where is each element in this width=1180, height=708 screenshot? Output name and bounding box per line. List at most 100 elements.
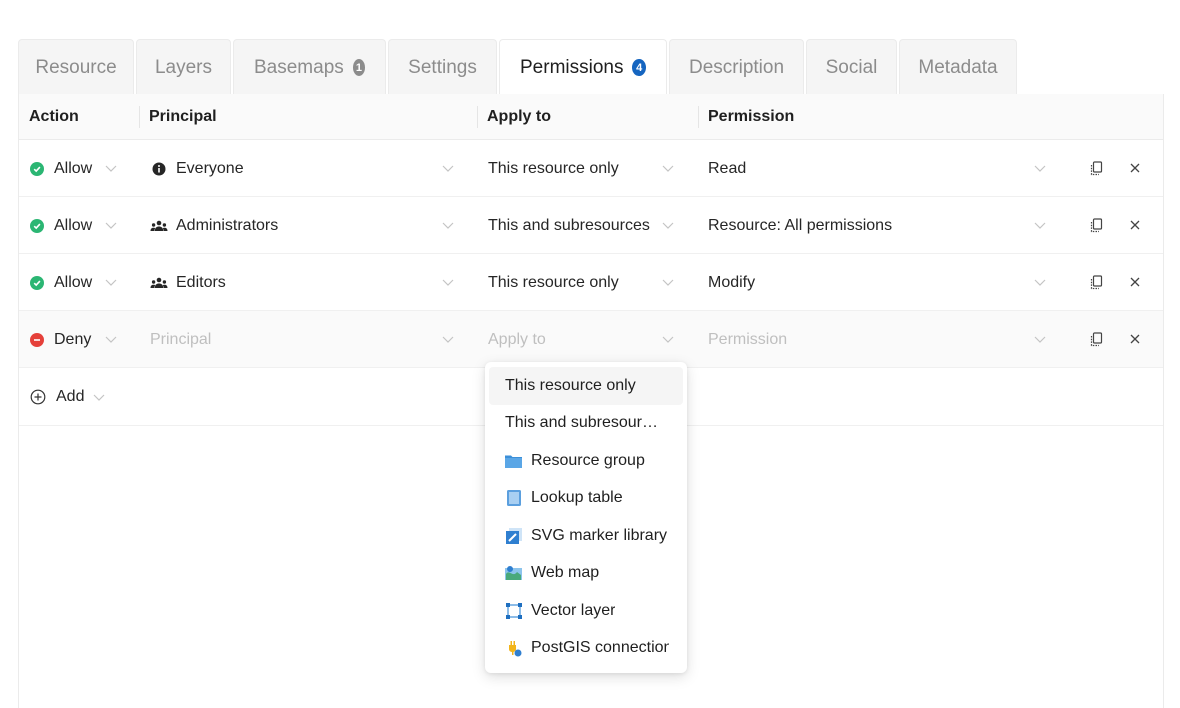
copy-icon bbox=[1090, 217, 1103, 232]
tab-label: Basemaps bbox=[254, 56, 344, 78]
apply-to-dropdown: This resource only This and subresources… bbox=[485, 362, 687, 673]
option-label: Resource group bbox=[531, 451, 645, 469]
apply-to-select[interactable]: This resource only bbox=[488, 254, 663, 311]
column-divider bbox=[698, 106, 699, 128]
action-select[interactable]: Allow bbox=[30, 197, 92, 254]
tab-social[interactable]: Social bbox=[806, 39, 897, 95]
chevron-down-icon[interactable] bbox=[661, 218, 675, 232]
chevron-down-icon[interactable] bbox=[92, 390, 106, 404]
option-vector-layer[interactable]: Vector layer bbox=[489, 592, 683, 630]
folder-icon bbox=[505, 452, 522, 469]
remove-button[interactable] bbox=[1126, 330, 1144, 348]
chevron-down-icon[interactable] bbox=[1033, 218, 1047, 232]
vector-layer-icon bbox=[505, 602, 522, 619]
action-label: Allow bbox=[54, 159, 93, 177]
principal-label: Editors bbox=[176, 273, 226, 291]
permissions-page: Resource Layers Basemaps 1 Settings Permi… bbox=[0, 0, 1180, 708]
tab-label: Layers bbox=[154, 56, 213, 78]
chevron-down-icon[interactable] bbox=[441, 218, 455, 232]
add-button[interactable]: Add bbox=[30, 368, 84, 426]
chevron-down-icon[interactable] bbox=[1033, 161, 1047, 175]
principal-select[interactable]: Everyone bbox=[150, 140, 460, 197]
remove-button[interactable] bbox=[1126, 273, 1144, 291]
tab-count-badge: 1 bbox=[352, 59, 365, 76]
chevron-down-icon[interactable] bbox=[104, 332, 118, 346]
chevron-down-icon[interactable] bbox=[661, 332, 675, 346]
duplicate-button[interactable] bbox=[1088, 273, 1106, 291]
column-header-permission: Permission bbox=[708, 108, 795, 125]
chevron-down-icon[interactable] bbox=[661, 161, 675, 175]
group-icon bbox=[150, 219, 168, 233]
permission-select[interactable]: Modify bbox=[708, 254, 1038, 311]
principal-select[interactable]: Principal bbox=[150, 311, 460, 368]
column-divider bbox=[477, 106, 478, 128]
column-header-apply-to: Apply to bbox=[487, 108, 551, 125]
chevron-down-icon[interactable] bbox=[441, 332, 455, 346]
table-row: Allow Editors This resource only Modify bbox=[19, 254, 1163, 311]
postgis-connection-icon bbox=[505, 640, 522, 657]
option-this-and-subresources[interactable]: This and subresources bbox=[489, 405, 683, 443]
permission-select[interactable]: Read bbox=[708, 140, 1038, 197]
permission-label: Read bbox=[708, 159, 747, 177]
column-header-principal: Principal bbox=[149, 108, 217, 125]
table-row-new: Deny Principal Apply to Permission bbox=[19, 311, 1163, 368]
duplicate-button[interactable] bbox=[1088, 159, 1106, 177]
option-postgis-connection[interactable]: PostGIS connection bbox=[489, 630, 683, 668]
principal-select[interactable]: Administrators bbox=[150, 197, 460, 254]
chevron-down-icon[interactable] bbox=[1033, 275, 1047, 289]
duplicate-button[interactable] bbox=[1088, 216, 1106, 234]
duplicate-button[interactable] bbox=[1088, 330, 1106, 348]
permission-select[interactable]: Permission bbox=[708, 311, 1038, 368]
copy-icon bbox=[1090, 274, 1103, 289]
remove-button[interactable] bbox=[1126, 216, 1144, 234]
tab-label: Metadata bbox=[918, 56, 998, 78]
option-label: Web map bbox=[531, 564, 600, 582]
copy-icon bbox=[1090, 331, 1103, 346]
remove-button[interactable] bbox=[1126, 159, 1144, 177]
option-label: This and subresources bbox=[505, 414, 665, 432]
permission-placeholder: Permission bbox=[708, 330, 788, 348]
check-icon bbox=[30, 275, 44, 290]
tab-resource[interactable]: Resource bbox=[18, 39, 134, 95]
permission-select[interactable]: Resource: All permissions bbox=[708, 197, 1038, 254]
apply-to-select[interactable]: This and subresources bbox=[488, 197, 663, 254]
chevron-down-icon[interactable] bbox=[1033, 332, 1047, 346]
tab-label: Resource bbox=[35, 56, 117, 78]
option-svg-marker-library[interactable]: SVG marker library bbox=[489, 517, 683, 555]
option-label: This resource only bbox=[505, 376, 636, 394]
column-header-action: Action bbox=[29, 108, 79, 125]
action-select[interactable]: Allow bbox=[30, 254, 92, 311]
apply-to-label: This resource only bbox=[488, 273, 619, 291]
tab-metadata[interactable]: Metadata bbox=[899, 39, 1017, 95]
group-icon bbox=[150, 276, 168, 290]
chevron-down-icon[interactable] bbox=[104, 161, 118, 175]
option-this-resource-only[interactable]: This resource only bbox=[489, 367, 683, 405]
action-select[interactable]: Allow bbox=[30, 140, 92, 197]
apply-to-select[interactable]: Apply to bbox=[488, 311, 688, 368]
info-icon bbox=[150, 162, 168, 176]
chevron-down-icon[interactable] bbox=[104, 218, 118, 232]
option-resource-group[interactable]: Resource group bbox=[489, 442, 683, 480]
principal-select[interactable]: Editors bbox=[150, 254, 460, 311]
option-label: Lookup table bbox=[531, 489, 623, 507]
tab-settings[interactable]: Settings bbox=[388, 39, 497, 95]
tab-layers[interactable]: Layers bbox=[136, 39, 231, 95]
tab-label: Social bbox=[825, 56, 878, 78]
tab-basemaps[interactable]: Basemaps 1 bbox=[233, 39, 386, 95]
option-web-map[interactable]: Web map bbox=[489, 555, 683, 593]
table-header: Action Principal Apply to Permission bbox=[19, 94, 1163, 140]
tab-permissions[interactable]: Permissions 4 bbox=[499, 39, 667, 95]
chevron-down-icon[interactable] bbox=[104, 275, 118, 289]
principal-label: Everyone bbox=[176, 159, 244, 177]
tab-description[interactable]: Description bbox=[669, 39, 804, 95]
chevron-down-icon[interactable] bbox=[441, 161, 455, 175]
check-icon bbox=[30, 218, 44, 233]
action-label: Allow bbox=[54, 216, 93, 234]
action-select[interactable]: Deny bbox=[30, 311, 91, 368]
column-divider bbox=[139, 106, 140, 128]
apply-to-select[interactable]: This resource only bbox=[488, 140, 663, 197]
option-lookup-table[interactable]: Lookup table bbox=[489, 480, 683, 518]
chevron-down-icon[interactable] bbox=[441, 275, 455, 289]
tab-label: Settings bbox=[408, 56, 477, 78]
chevron-down-icon[interactable] bbox=[661, 275, 675, 289]
